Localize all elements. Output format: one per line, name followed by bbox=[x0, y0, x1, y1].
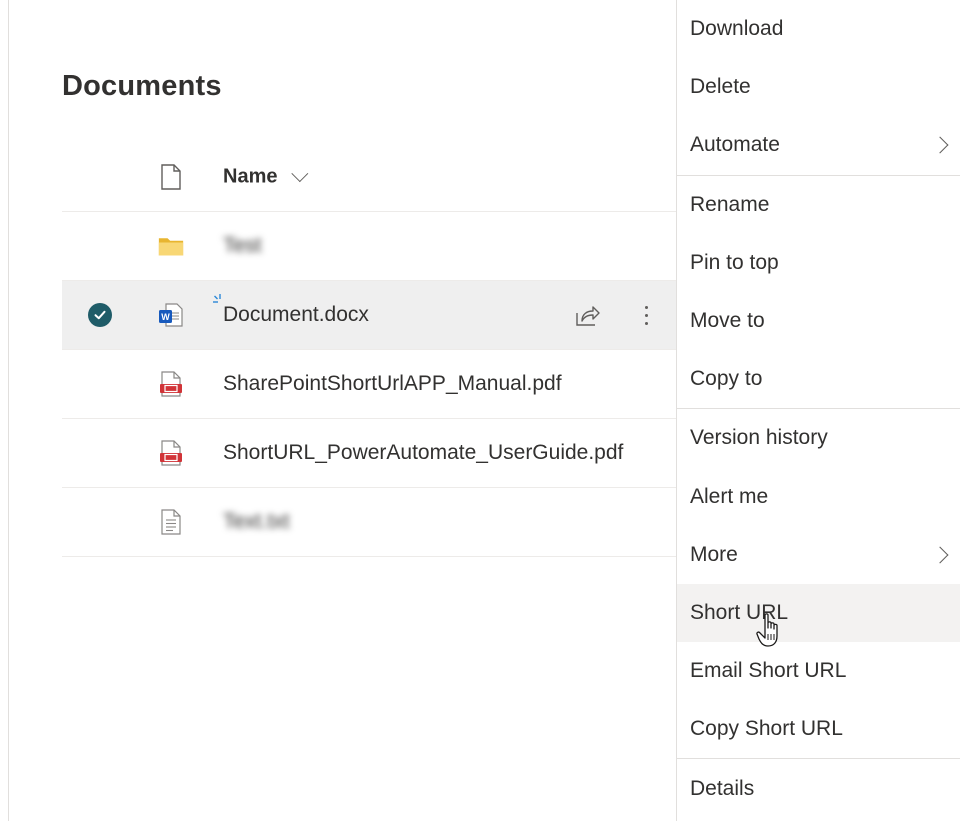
menu-item-label: Pin to top bbox=[690, 250, 779, 274]
menu-item-label: Version history bbox=[690, 426, 828, 450]
menu-item-version-history[interactable]: Version history bbox=[677, 409, 960, 467]
menu-item-label: Delete bbox=[690, 75, 751, 99]
menu-item-label: Alert me bbox=[690, 484, 769, 508]
more-options-icon[interactable] bbox=[639, 300, 653, 330]
menu-item-label: Short URL bbox=[690, 600, 789, 624]
list-header-row: Name bbox=[62, 142, 676, 212]
checkmark-icon[interactable] bbox=[88, 303, 112, 327]
menu-item-copy-short-url[interactable]: Copy Short URL bbox=[677, 700, 960, 758]
menu-item-label: Download bbox=[690, 17, 784, 41]
menu-item-download[interactable]: Download bbox=[677, 0, 960, 58]
menu-item-label: Automate bbox=[690, 133, 780, 157]
chevron-right-icon bbox=[931, 136, 949, 154]
list-item-name[interactable]: Test bbox=[223, 234, 262, 258]
document-list: Name Test W Document.docx SharePointShor… bbox=[62, 142, 676, 557]
name-column-header[interactable]: Name bbox=[223, 165, 309, 188]
list-item-name[interactable]: ShortURL_PowerAutomate_UserGuide.pdf bbox=[223, 441, 623, 465]
svg-text:W: W bbox=[161, 312, 170, 322]
list-item-pdf[interactable]: SharePointShortUrlAPP_Manual.pdf bbox=[62, 350, 676, 419]
chevron-right-icon bbox=[931, 546, 949, 564]
list-item-name[interactable]: Text.txt bbox=[223, 510, 290, 534]
share-icon[interactable] bbox=[573, 301, 601, 329]
folder-icon bbox=[158, 233, 184, 259]
menu-item-pin-to-top[interactable]: Pin to top bbox=[677, 234, 960, 292]
file-type-column-icon[interactable] bbox=[158, 163, 184, 190]
list-item-selected[interactable]: W Document.docx bbox=[62, 281, 676, 350]
menu-item-move-to[interactable]: Move to bbox=[677, 292, 960, 350]
list-item-pdf[interactable]: ShortURL_PowerAutomate_UserGuide.pdf bbox=[62, 419, 676, 488]
list-item-text-file[interactable]: Text.txt bbox=[62, 488, 676, 557]
menu-item-more[interactable]: More bbox=[677, 526, 960, 584]
menu-item-copy-to[interactable]: Copy to bbox=[677, 350, 960, 408]
pdf-icon bbox=[158, 440, 184, 466]
menu-item-label: Move to bbox=[690, 309, 765, 333]
context-menu: Download Delete Automate Rename Pin to t… bbox=[676, 0, 960, 821]
menu-item-details[interactable]: Details bbox=[677, 759, 960, 817]
text-file-icon bbox=[158, 509, 184, 535]
menu-item-label: More bbox=[690, 542, 738, 566]
menu-item-label: Copy Short URL bbox=[690, 717, 843, 741]
menu-item-delete[interactable]: Delete bbox=[677, 58, 960, 116]
menu-item-email-short-url[interactable]: Email Short URL bbox=[677, 642, 960, 700]
name-column-label: Name bbox=[223, 165, 278, 187]
page-title: Documents bbox=[62, 70, 222, 102]
list-item-name[interactable]: Document.docx bbox=[223, 303, 369, 327]
pdf-icon bbox=[158, 371, 184, 397]
menu-item-label: Details bbox=[690, 776, 755, 800]
list-item-name[interactable]: SharePointShortUrlAPP_Manual.pdf bbox=[223, 372, 562, 396]
menu-item-rename[interactable]: Rename bbox=[677, 176, 960, 234]
menu-item-label: Rename bbox=[690, 192, 770, 216]
menu-item-label: Copy to bbox=[690, 367, 763, 391]
left-divider bbox=[8, 0, 9, 821]
menu-item-alert-me[interactable]: Alert me bbox=[677, 468, 960, 526]
list-item-folder[interactable]: Test bbox=[62, 212, 676, 281]
menu-item-label: Email Short URL bbox=[690, 659, 847, 683]
menu-item-automate[interactable]: Automate bbox=[677, 116, 960, 174]
word-document-icon: W bbox=[158, 302, 184, 328]
sharepoint-page: Documents Name Test W Document.docx Shar… bbox=[0, 0, 960, 821]
menu-item-short-url[interactable]: Short URL bbox=[677, 583, 960, 643]
chevron-down-icon[interactable] bbox=[291, 165, 309, 183]
